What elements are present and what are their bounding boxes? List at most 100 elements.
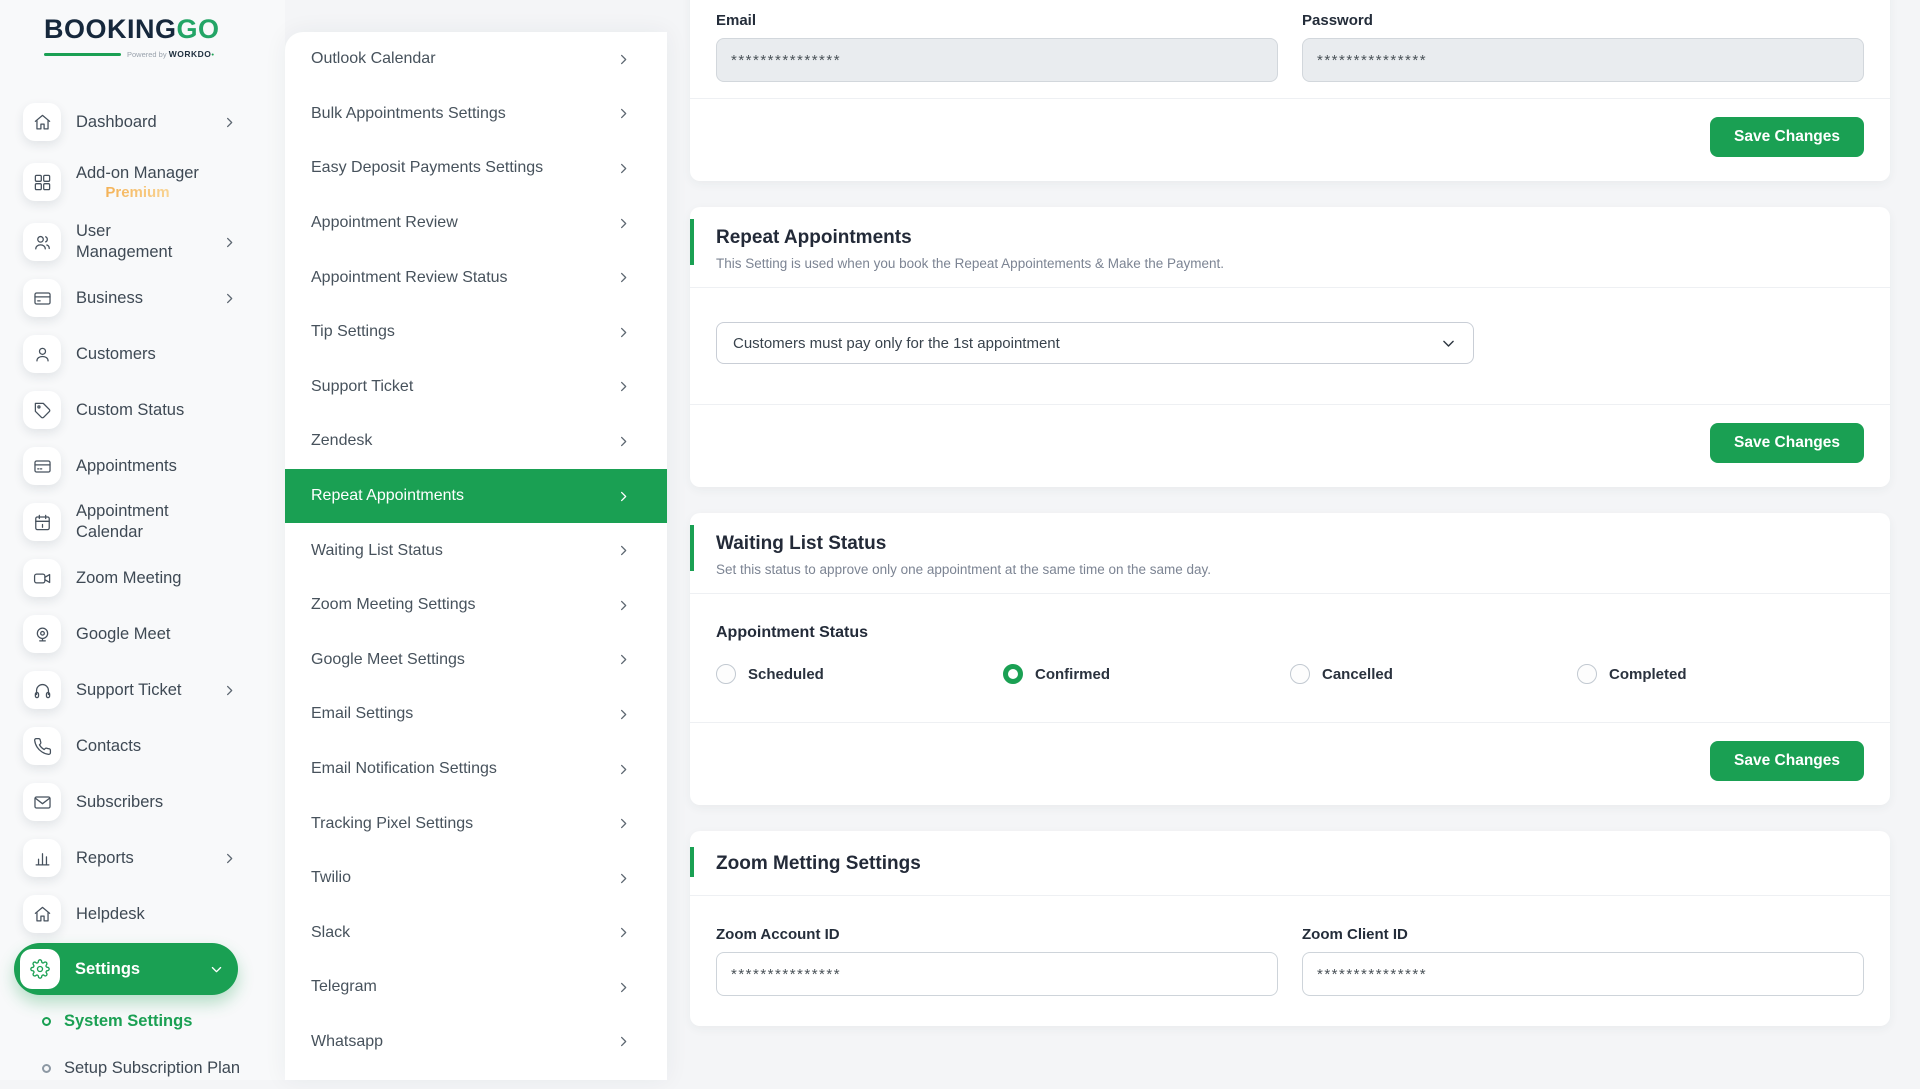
submenu-item-label: Whatsapp: [311, 1033, 383, 1051]
sidebar-item-system-settings[interactable]: System Settings: [0, 995, 285, 1047]
radio-option-confirmed[interactable]: Confirmed: [1003, 664, 1290, 684]
sidebar-item-label: Appointment Calendar: [76, 501, 237, 542]
save-changes-button[interactable]: Save Changes: [1710, 423, 1864, 463]
chevron-right-icon: [222, 851, 237, 866]
gear-icon: [20, 949, 60, 989]
sidebar-item-label: Business: [76, 288, 143, 309]
radio-checked-icon[interactable]: [1003, 664, 1023, 684]
submenu-item-slack[interactable]: Slack: [285, 906, 667, 961]
submenu-item-telegram[interactable]: Telegram: [285, 960, 667, 1015]
repeat-payment-select[interactable]: Customers must pay only for the 1st appo…: [716, 322, 1474, 364]
sidebar-item-business[interactable]: Business: [0, 270, 285, 326]
submenu-item-label: Tip Settings: [311, 323, 395, 341]
repeat-appointments-card: Repeat Appointments This Setting is used…: [690, 207, 1890, 487]
zoom-account-id-label: Zoom Account ID: [716, 926, 1278, 943]
email-field[interactable]: [716, 38, 1278, 82]
sidebar-item-settings[interactable]: Settings: [14, 943, 238, 995]
sidebar-item-label: Reports: [76, 848, 134, 869]
sidebar-item-reports[interactable]: Reports: [0, 830, 285, 886]
radio-label: Confirmed: [1035, 666, 1110, 683]
submenu-item-waiting-list-status[interactable]: Waiting List Status: [285, 523, 667, 578]
radio-icon[interactable]: [1290, 664, 1310, 684]
main-content: Email Password Save Changes Repeat Appoi…: [690, 0, 1890, 1026]
radio-option-completed[interactable]: Completed: [1577, 664, 1864, 684]
credentials-card: Email Password Save Changes: [690, 0, 1890, 181]
sidebar-item-support-ticket[interactable]: Support Ticket: [0, 662, 285, 718]
sidebar-item-setup-subscription-plan[interactable]: Setup Subscription Plan: [0, 1047, 285, 1089]
sidebar-item-appointments[interactable]: Appointments: [0, 438, 285, 494]
submenu-item-zendesk[interactable]: Zendesk: [285, 414, 667, 469]
submenu-item-email-notification-settings[interactable]: Email Notification Settings: [285, 742, 667, 797]
sidebar-item-custom-status[interactable]: Custom Status: [0, 382, 285, 438]
waiting-list-status-card: Waiting List Status Set this status to a…: [690, 513, 1890, 805]
bullet-icon: [42, 1064, 51, 1073]
radio-option-cancelled[interactable]: Cancelled: [1290, 664, 1577, 684]
radio-option-scheduled[interactable]: Scheduled: [716, 664, 1003, 684]
premium-badge: Premium: [76, 184, 199, 201]
sidebar-item-customers[interactable]: Customers: [0, 326, 285, 382]
submenu-item-support-ticket[interactable]: Support Ticket: [285, 360, 667, 415]
sidebar-item-label: Support Ticket: [76, 680, 181, 701]
submenu-item-appointment-review-status[interactable]: Appointment Review Status: [285, 250, 667, 305]
zoom-meeting-settings-card: Zoom Metting Settings Zoom Account ID Zo…: [690, 831, 1890, 1026]
submenu-item-label: Support Ticket: [311, 378, 413, 396]
radio-label: Completed: [1609, 666, 1687, 683]
submenu-item-appointment-review[interactable]: Appointment Review: [285, 196, 667, 251]
submenu-item-easy-deposit-payments-settings[interactable]: Easy Deposit Payments Settings: [285, 141, 667, 196]
submenu-item-outlook-calendar[interactable]: Outlook Calendar: [285, 32, 667, 87]
sidebar-item-label: User Management: [76, 221, 207, 262]
save-changes-button[interactable]: Save Changes: [1710, 741, 1864, 781]
chevron-right-icon: [616, 925, 631, 940]
submenu-item-google-meet-settings[interactable]: Google Meet Settings: [285, 633, 667, 688]
submenu-item-label: Zendesk: [311, 432, 372, 450]
zoom-client-id-field[interactable]: [1302, 952, 1864, 996]
sidebar-menu: Dashboard Add-on Manager Premium User Ma…: [0, 94, 285, 1089]
submenu-item-zoom-meeting-settings[interactable]: Zoom Meeting Settings: [285, 578, 667, 633]
appointment-status-label: Appointment Status: [716, 624, 1864, 642]
save-changes-button[interactable]: Save Changes: [1710, 117, 1864, 157]
chevron-right-icon: [616, 652, 631, 667]
submenu-item-repeat-appointments[interactable]: Repeat Appointments: [285, 469, 667, 524]
appointment-status-radio-group: Scheduled Confirmed Cancelled Completed: [716, 664, 1864, 684]
chevron-right-icon: [616, 762, 631, 777]
brand-name: BOOKINGGO: [44, 14, 214, 45]
sidebar-item-user-management[interactable]: User Management: [0, 214, 285, 270]
chevron-right-icon: [616, 1034, 631, 1049]
card-title: Waiting List Status: [716, 533, 1864, 555]
submenu-item-label: Zoom Meeting Settings: [311, 596, 476, 614]
password-field[interactable]: [1302, 38, 1864, 82]
sidebar-item-dashboard[interactable]: Dashboard: [0, 94, 285, 150]
zoom-account-id-field[interactable]: [716, 952, 1278, 996]
submenu-item-tracking-pixel-settings[interactable]: Tracking Pixel Settings: [285, 796, 667, 851]
submenu-item-label: Bulk Appointments Settings: [311, 105, 506, 123]
chevron-right-icon: [222, 291, 237, 306]
submenu-item-twilio[interactable]: Twilio: [285, 851, 667, 906]
submenu-item-label: Outlook Calendar: [311, 50, 436, 68]
radio-icon[interactable]: [716, 664, 736, 684]
submenu-item-tip-settings[interactable]: Tip Settings: [285, 305, 667, 360]
sidebar-item-contacts[interactable]: Contacts: [0, 718, 285, 774]
sidebar-item-addon-manager[interactable]: Add-on Manager Premium: [0, 150, 285, 214]
brand-logo[interactable]: BOOKINGGO Powered by WORKDO•: [44, 14, 214, 59]
card-title: Zoom Metting Settings: [716, 853, 1864, 875]
sidebar-item-subscribers[interactable]: Subscribers: [0, 774, 285, 830]
card-subtitle: Set this status to approve only one appo…: [716, 562, 1864, 577]
headset-icon: [23, 671, 61, 709]
submenu-item-bulk-appointments-settings[interactable]: Bulk Appointments Settings: [285, 87, 667, 142]
chevron-right-icon: [616, 871, 631, 886]
sidebar-item-google-meet[interactable]: Google Meet: [0, 606, 285, 662]
sidebar-item-appointment-calendar[interactable]: Appointment Calendar: [0, 494, 285, 550]
submenu-item-whatsapp[interactable]: Whatsapp: [285, 1015, 667, 1070]
chevron-right-icon: [616, 270, 631, 285]
submenu-item-label: Twilio: [311, 869, 351, 887]
radio-icon[interactable]: [1577, 664, 1597, 684]
calendar-icon: [23, 503, 61, 541]
submenu-item-label: Appointment Review Status: [311, 269, 508, 287]
sidebar-item-zoom-meeting[interactable]: Zoom Meeting: [0, 550, 285, 606]
submenu-item-label: Google Meet Settings: [311, 651, 465, 669]
tag-icon: [23, 391, 61, 429]
sidebar-item-helpdesk[interactable]: Helpdesk: [0, 886, 285, 942]
sidebar-item-label: Setup Subscription Plan: [64, 1059, 240, 1078]
submenu-item-email-settings[interactable]: Email Settings: [285, 687, 667, 742]
sidebar-item-label: Helpdesk: [76, 904, 145, 925]
